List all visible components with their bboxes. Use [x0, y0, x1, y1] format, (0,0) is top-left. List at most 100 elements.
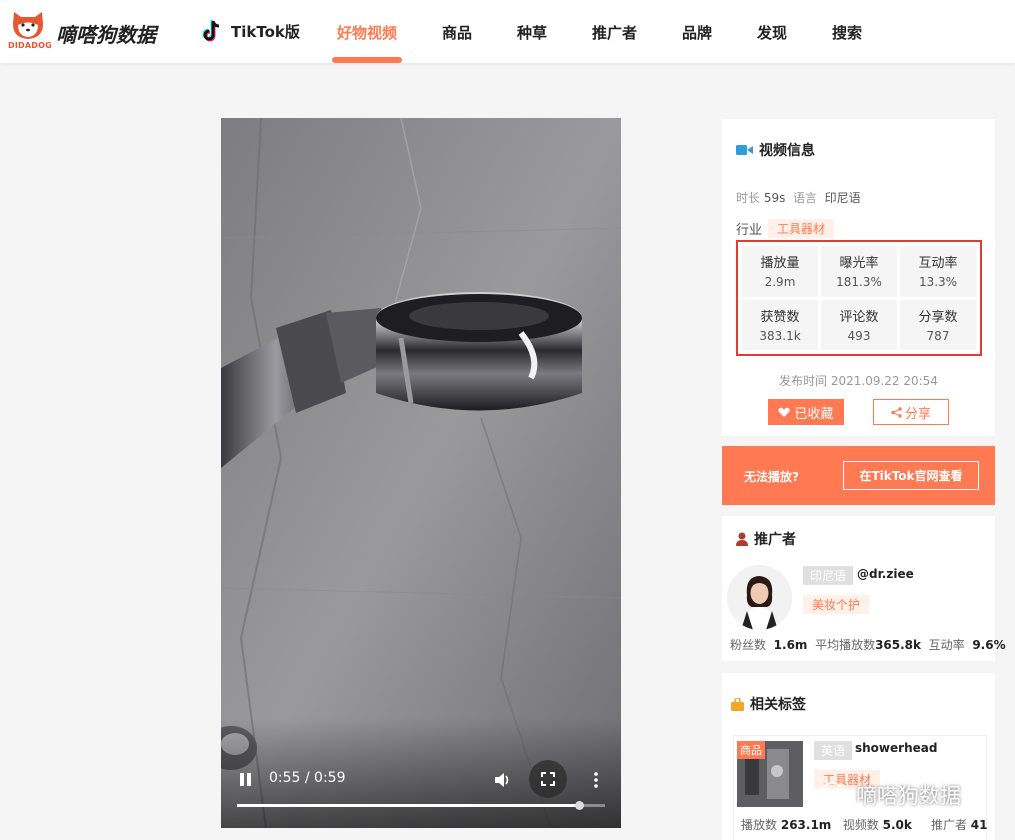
plays-value: 263.1m — [780, 818, 832, 832]
tiktok-icon — [202, 20, 220, 42]
share-label: 分享 — [904, 405, 931, 421]
heart-icon — [778, 407, 791, 417]
engagement-label: 互动率 — [928, 638, 965, 652]
pause-icon[interactable] — [239, 772, 253, 788]
avg-play-value: 365.8k — [875, 638, 922, 652]
stat-label: 播放量 — [760, 256, 800, 271]
fullscreen-button[interactable] — [529, 760, 567, 798]
language-value: 印尼语 — [824, 191, 861, 205]
product-stats: 播放数 263.1m 视频数 5.0k 推广者 41 — [741, 816, 987, 833]
view-on-tiktok-button[interactable]: 在TikTok官网查看 — [843, 461, 979, 490]
stat-likes: 获赞数 383.1k — [742, 299, 818, 350]
stat-label: 获赞数 — [760, 309, 800, 325]
avg-play-label: 平均播放数 — [815, 638, 876, 652]
stat-value: 493 — [847, 328, 871, 343]
stat-exposure-rate: 曝光率 181.3% — [821, 246, 897, 297]
stat-label: 互动率 — [918, 256, 958, 271]
product-thumbnail[interactable]: 商品 — [737, 741, 803, 807]
promoter-title-text: 推广者 — [754, 532, 796, 548]
video-info-title: 视频信息 — [736, 140, 815, 160]
stat-label: 评论数 — [839, 309, 879, 325]
favorite-label: 已收藏 — [794, 405, 834, 421]
stat-value: 383.1k — [759, 328, 801, 343]
videos-value: 5.0k — [882, 818, 912, 832]
stat-label: 曝光率 — [839, 256, 879, 271]
nav-brands[interactable]: 品牌 — [682, 22, 712, 43]
nav-discover[interactable]: 发现 — [757, 22, 787, 43]
share-button[interactable]: 分享 — [873, 399, 949, 425]
fans-value: 1.6m — [773, 638, 808, 652]
plays-label: 播放数 — [741, 818, 778, 832]
industry-label: 行业 — [736, 223, 763, 238]
progress-bar[interactable] — [237, 801, 605, 810]
stat-shares: 分享数 787 — [900, 299, 976, 350]
product-badge: 商品 — [737, 741, 765, 759]
cannot-play-text: 无法播放? — [744, 470, 799, 484]
site-logo[interactable]: DIDADOG — [8, 8, 52, 54]
stat-value: 2.9m — [764, 275, 796, 289]
cannot-play-banner: 无法播放? 在TikTok官网查看 — [722, 446, 995, 505]
stat-value: 13.3% — [918, 275, 958, 289]
nav-tiktok-label: TikTok版 — [231, 22, 300, 41]
progress-fill — [237, 804, 580, 807]
volume-icon[interactable] — [493, 771, 511, 789]
stat-label: 分享数 — [918, 309, 958, 325]
duration-label: 时长 — [736, 191, 761, 205]
nav-products[interactable]: 商品 — [442, 22, 472, 43]
engagement-value: 9.6% — [972, 638, 1006, 652]
product-language-tag: 英语 — [814, 741, 853, 760]
product-name[interactable]: showerhead — [855, 741, 937, 755]
promoter-category-tag[interactable]: 美妆个护 — [803, 595, 870, 614]
bag-icon — [731, 697, 744, 711]
related-tags-card: 相关标签 商品 英语 showerhead 工具器材 播放数 263.1m 视频… — [722, 673, 995, 840]
industry-line: 行业 工具器材 — [736, 219, 835, 238]
stat-comments: 评论数 493 — [821, 299, 897, 350]
video-info-title-text: 视频信息 — [759, 143, 815, 159]
stat-value: 787 — [926, 328, 950, 343]
video-stats-grid: 播放量 2.9m 曝光率 181.3% 互动率 13.3% 获赞数 383.1k… — [736, 240, 982, 356]
related-tags-title: 相关标签 — [731, 694, 806, 714]
video-time: 0:55 / 0:59 — [269, 770, 346, 786]
nav-seeding[interactable]: 种草 — [517, 22, 547, 43]
videos-label: 视频数 — [842, 818, 879, 832]
promoter-stats: 粉丝数 1.6m 平均播放数365.8k 互动率 9.6% — [730, 636, 1006, 653]
fans-label: 粉丝数 — [730, 638, 767, 652]
stat-value: 181.3% — [836, 275, 882, 289]
promoter-handle[interactable]: @dr.ziee — [857, 567, 914, 581]
wechat-icon — [820, 782, 851, 807]
watermark-text: 嘀嗒狗数据 — [856, 784, 961, 808]
promoter-card: 推广者 印尼语 @dr.ziee 美妆个护 粉丝数 1.6m 平均播放数365.… — [722, 516, 1006, 661]
duration-language-line: 时长 59s 语言 印尼语 — [736, 189, 861, 206]
promoter-title: 推广者 — [736, 529, 796, 549]
language-label: 语言 — [793, 191, 818, 205]
industry-tag[interactable]: 工具器材 — [768, 219, 835, 238]
favorite-button[interactable]: 已收藏 — [768, 399, 844, 425]
avatar-image — [727, 565, 792, 630]
logo-subtitle: DIDADOG — [8, 41, 52, 50]
promoter-language-tag: 印尼语 — [803, 566, 854, 585]
stat-engagement-rate: 互动率 13.3% — [900, 246, 976, 297]
video-info-card: 视频信息 时长 59s 语言 印尼语 行业 工具器材 播放量 2.9m 曝光率 … — [722, 119, 995, 436]
related-tags-title-text: 相关标签 — [750, 697, 806, 713]
promoters-value: 41 — [970, 818, 988, 832]
fullscreen-icon — [541, 772, 555, 786]
share-icon — [891, 406, 902, 418]
more-options-icon[interactable] — [593, 771, 599, 789]
avatar[interactable] — [727, 565, 792, 630]
shiba-logo-icon — [13, 12, 43, 39]
top-header: DIDADOG 嘀嗒狗数据 TikTok版 好物视频 商品 种草 推广者 品牌 … — [0, 0, 1015, 63]
active-nav-indicator — [332, 57, 402, 63]
stat-plays: 播放量 2.9m — [742, 246, 818, 297]
nav-good-videos[interactable]: 好物视频 — [337, 22, 397, 43]
person-icon — [736, 532, 748, 546]
nav-tiktok-version[interactable]: TikTok版 — [201, 18, 300, 44]
nav-search[interactable]: 搜索 — [832, 22, 862, 43]
brand-name[interactable]: 嘀嗒狗数据 — [56, 19, 156, 48]
publish-time: 发布时间 2021.09.22 20:54 — [779, 374, 938, 388]
promoters-label: 推广者 — [930, 818, 967, 832]
nav-promoters[interactable]: 推广者 — [592, 22, 637, 43]
video-player[interactable]: 0:55 / 0:59 — [221, 118, 621, 828]
duration-value: 59s — [763, 191, 786, 205]
video-camera-icon — [736, 145, 753, 155]
wechat-watermark: 嘀嗒狗数据 — [820, 780, 961, 810]
